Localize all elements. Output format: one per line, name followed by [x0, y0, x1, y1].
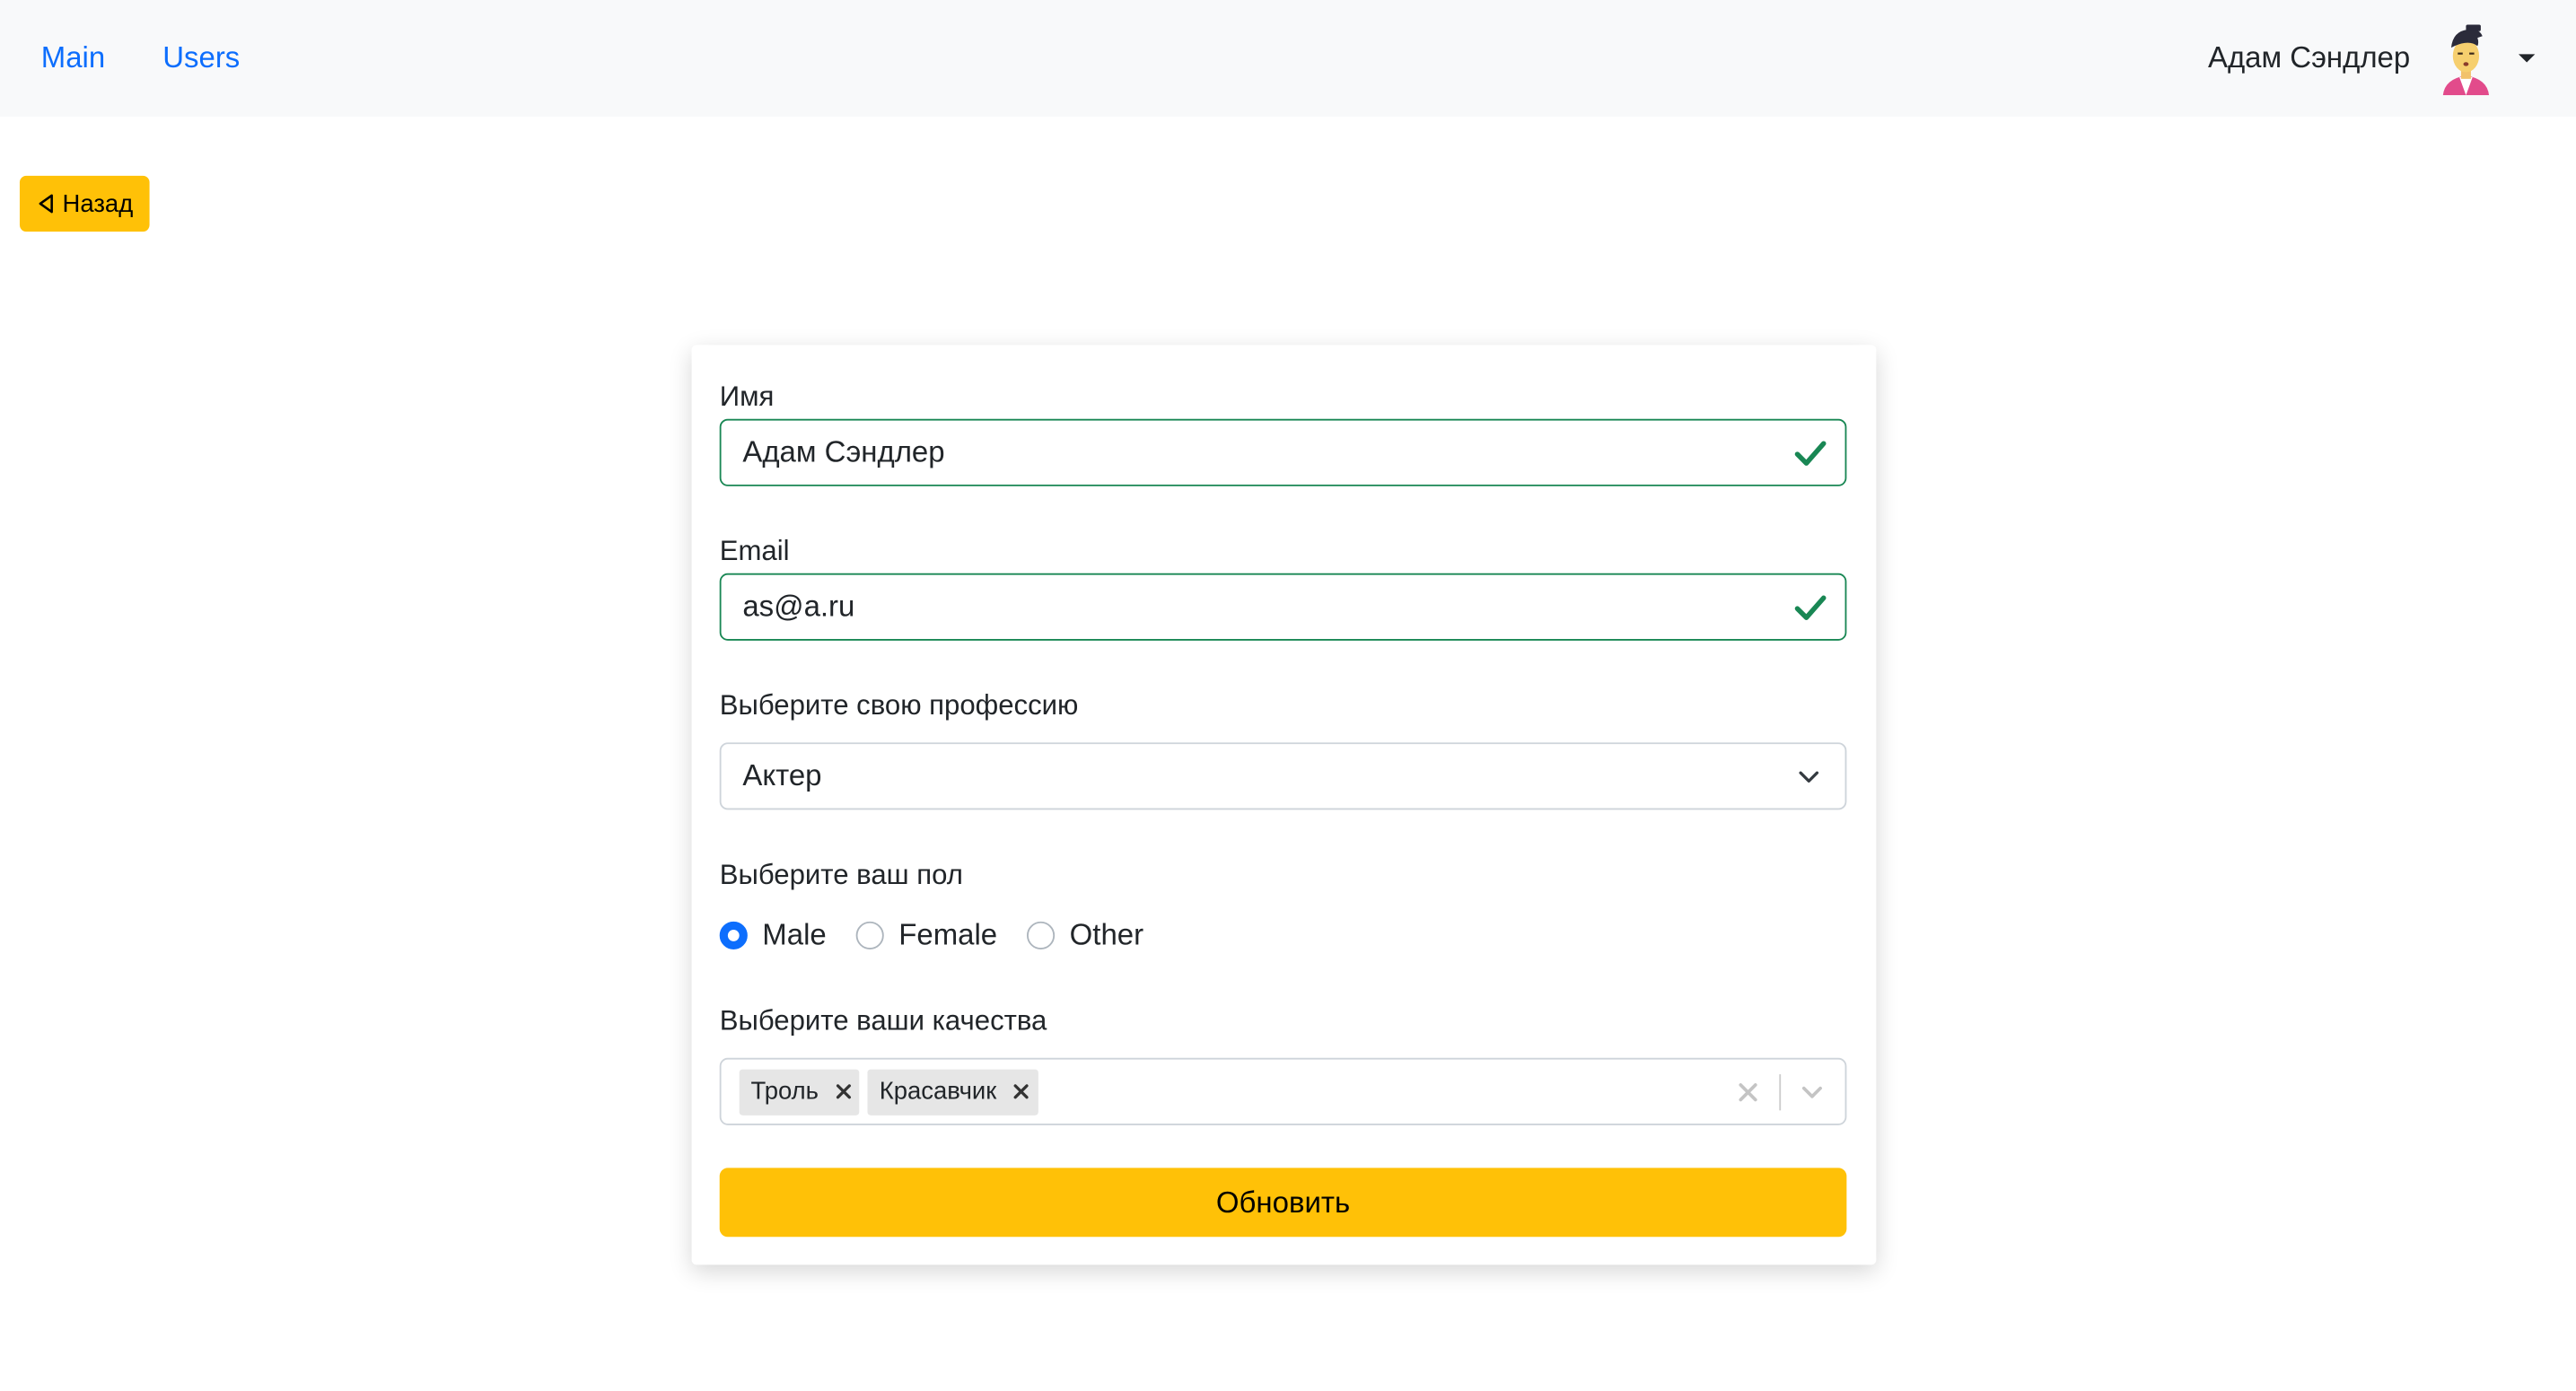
- caret-left-icon: [39, 194, 53, 214]
- nav-link-main[interactable]: Main: [41, 41, 105, 75]
- quality-chip-label: Красавчик: [879, 1077, 997, 1106]
- clear-all-icon[interactable]: [1739, 1081, 1758, 1101]
- sex-label: Выберите ваш пол: [719, 859, 963, 891]
- close-icon: [1013, 1084, 1029, 1099]
- radio-button-other[interactable]: [1027, 920, 1056, 949]
- indicator-separator: [1779, 1073, 1782, 1110]
- close-icon: [836, 1084, 851, 1099]
- user-menu-toggle[interactable]: Адам Сэндлер: [2207, 22, 2536, 95]
- navbar: Main Users Адам Сэндлер: [0, 0, 2576, 117]
- email-label: Email: [719, 535, 790, 567]
- edit-user-card: Имя Email Выберите свою профессию Актер …: [691, 345, 1877, 1265]
- quality-chip-label: Троль: [750, 1077, 819, 1106]
- profession-selected-value: Актер: [742, 758, 822, 792]
- user-name: Адам Сэндлер: [2207, 40, 2411, 74]
- chevron-down-icon: [1799, 770, 1819, 783]
- sex-radio-group: Male Female Other: [719, 916, 1173, 952]
- radio-option-male[interactable]: Male: [719, 917, 827, 951]
- name-field[interactable]: [719, 418, 1847, 486]
- chevron-down-icon[interactable]: [1801, 1083, 1824, 1099]
- radio-option-female[interactable]: Female: [855, 917, 998, 951]
- check-icon: [1794, 441, 1827, 466]
- radio-option-other[interactable]: Other: [1027, 917, 1143, 951]
- back-button-label: Назад: [62, 189, 134, 218]
- name-input[interactable]: [742, 435, 1824, 470]
- chip-remove-button[interactable]: [827, 1069, 860, 1115]
- quality-chip: Красавчик: [867, 1068, 1038, 1115]
- name-label: Имя: [719, 381, 775, 413]
- qualities-chips: Троль Красавчик: [739, 1068, 1739, 1115]
- qualities-label: Выберите ваши качества: [719, 1005, 1047, 1037]
- email-field[interactable]: [719, 573, 1847, 641]
- chip-remove-button[interactable]: [1004, 1069, 1038, 1115]
- radio-label-male: Male: [762, 917, 827, 950]
- nav-link-users[interactable]: Users: [162, 41, 240, 75]
- qualities-multiselect[interactable]: Троль Красавчик: [719, 1057, 1847, 1125]
- update-button[interactable]: Обновить: [719, 1168, 1847, 1238]
- radio-button-male[interactable]: [719, 920, 748, 949]
- profession-select[interactable]: Актер: [719, 742, 1847, 810]
- radio-label-other: Other: [1069, 917, 1144, 950]
- chevron-down-icon: [2519, 54, 2536, 63]
- check-icon: [1794, 595, 1827, 620]
- quality-chip: Троль: [739, 1068, 860, 1115]
- profession-label: Выберите свою профессию: [719, 689, 1079, 722]
- nav-links: Main Users: [41, 41, 241, 75]
- back-button[interactable]: Назад: [19, 175, 150, 232]
- email-input[interactable]: [742, 590, 1824, 625]
- radio-label-female: Female: [898, 917, 998, 950]
- radio-button-female[interactable]: [855, 920, 884, 949]
- avatar: [2442, 23, 2490, 95]
